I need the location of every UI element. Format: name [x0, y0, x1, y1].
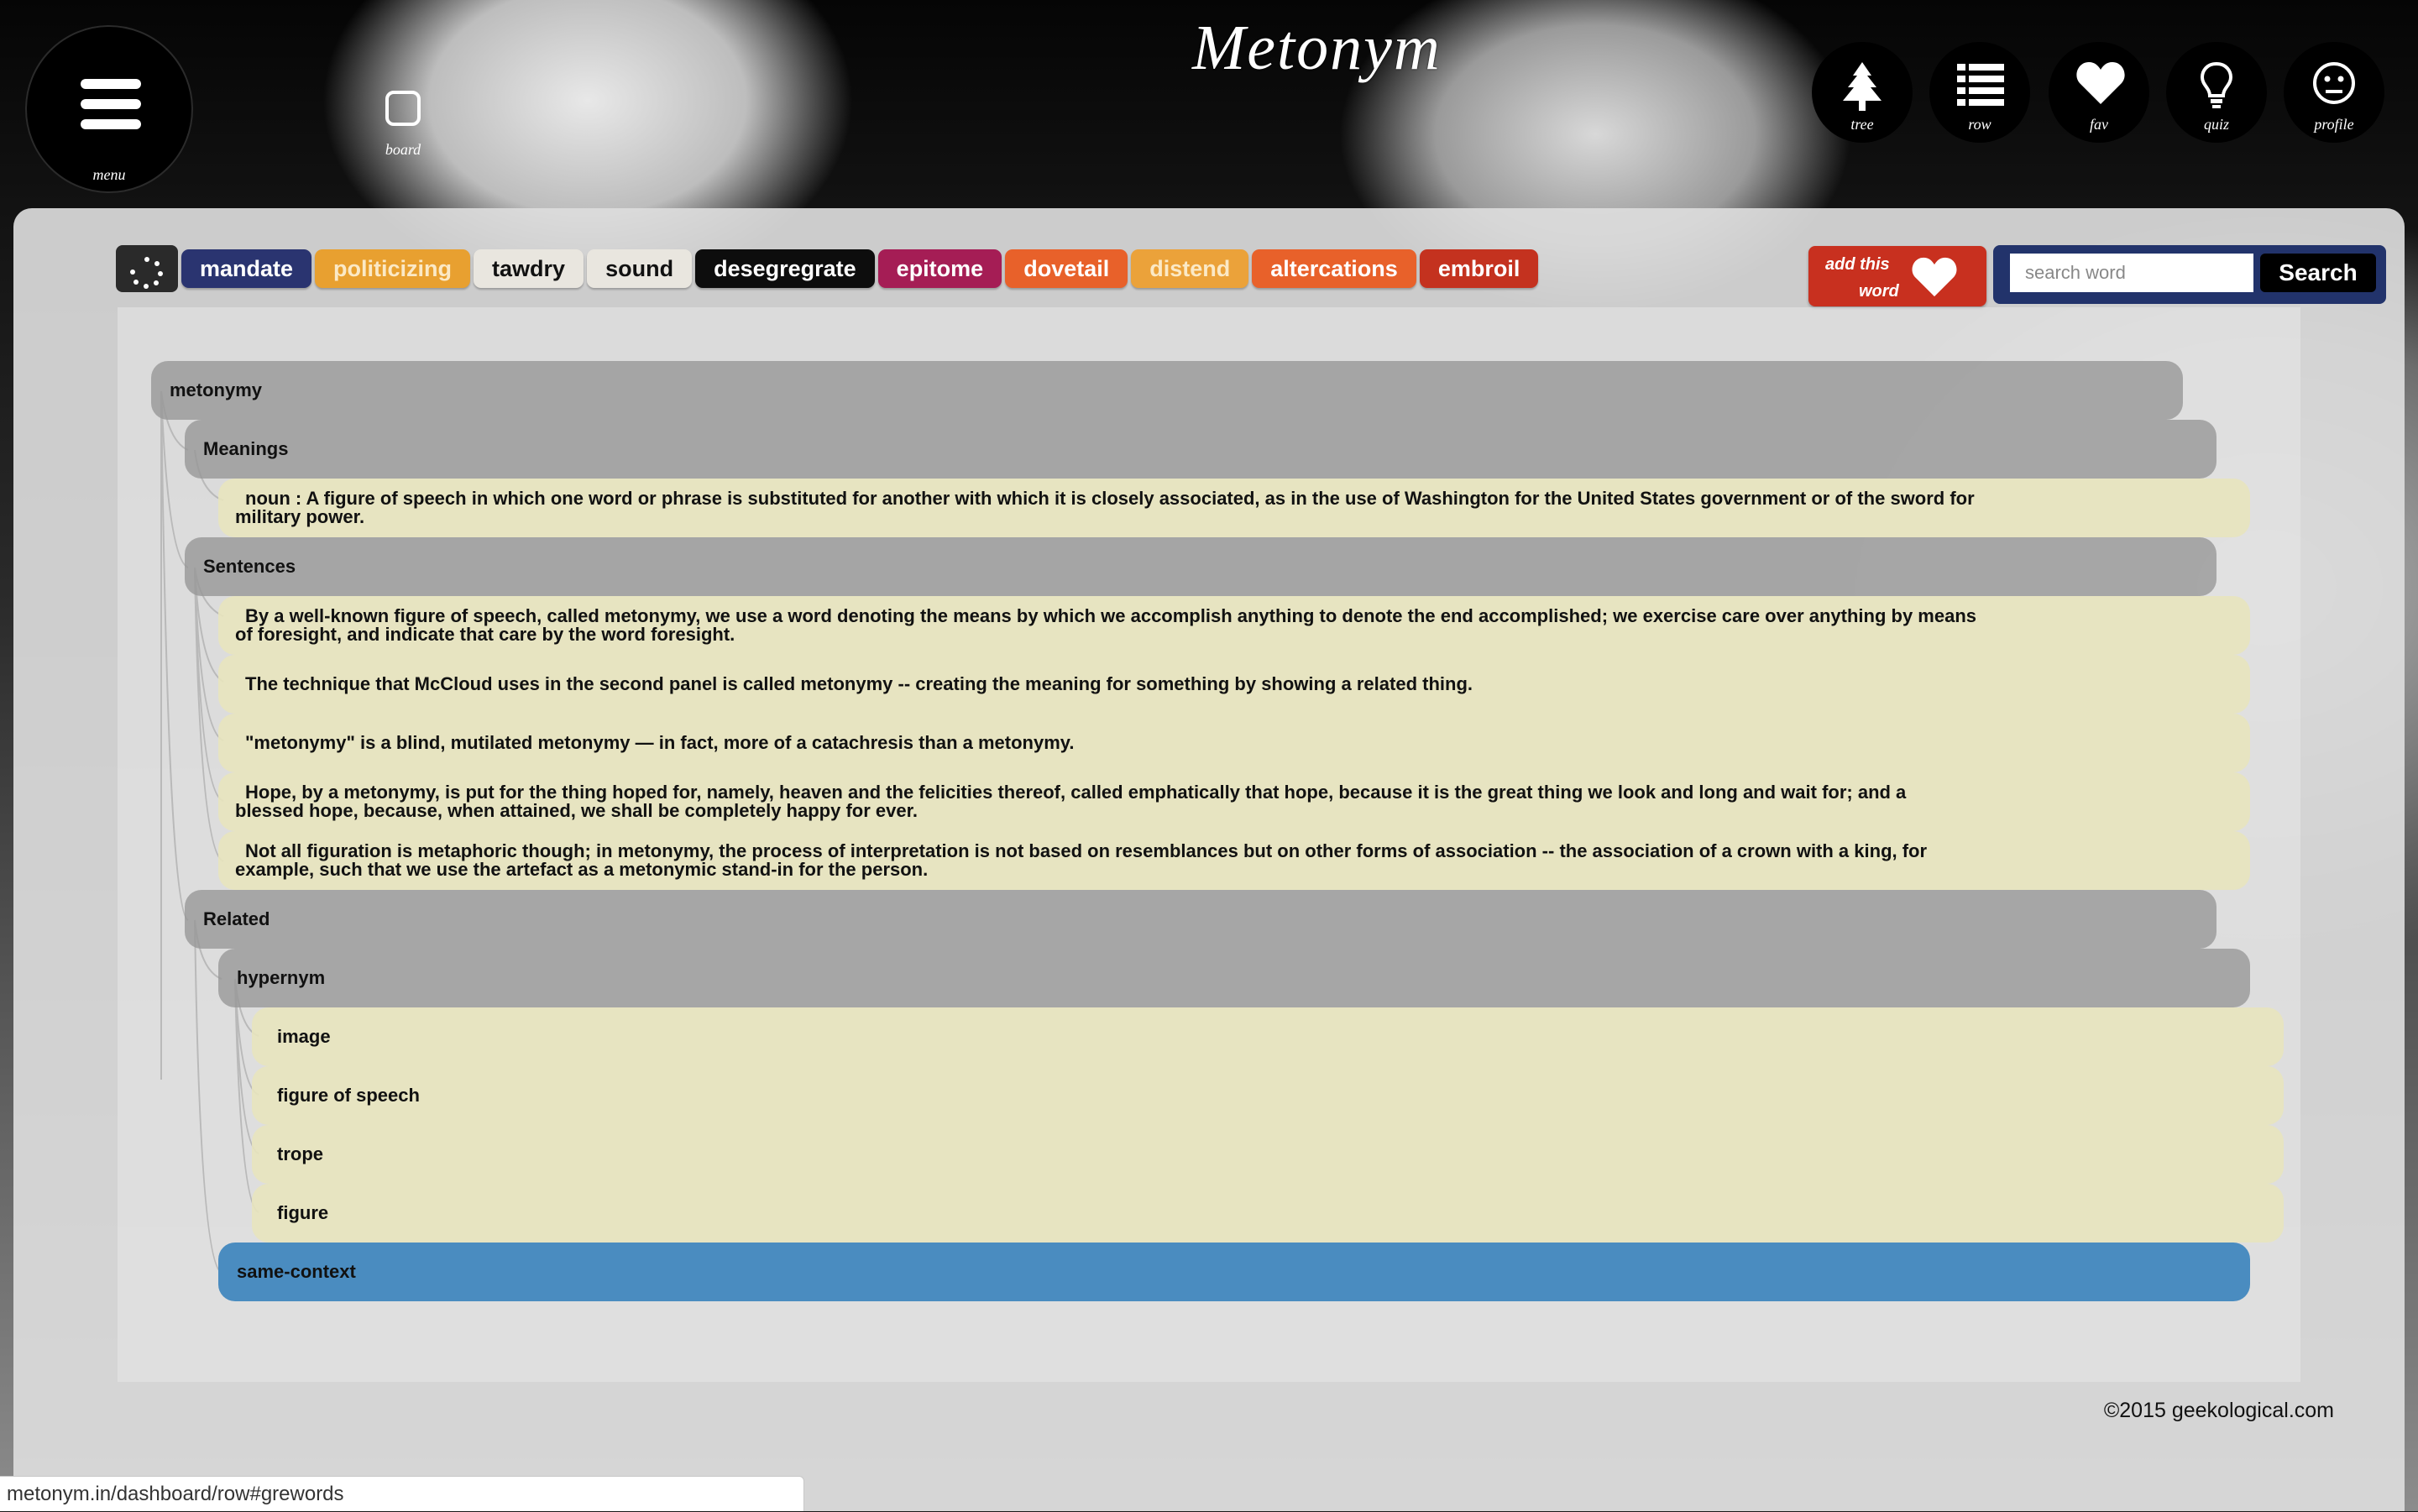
sentence-text: By a well-known figure of speech, called… [235, 605, 1977, 645]
related-label: Related [203, 908, 270, 929]
face-icon [2313, 62, 2355, 104]
sentence-text: Not all figuration is metaphoric though;… [235, 840, 1928, 880]
search-bar: Search [1993, 245, 2386, 304]
heart-icon [1912, 257, 1957, 297]
meanings-label: Meanings [203, 438, 289, 459]
word-chip-desegregrate[interactable]: desegregrate [695, 249, 875, 288]
sentence-item[interactable]: Not all figuration is metaphoric though;… [218, 831, 2250, 890]
word-chip-tawdry[interactable]: tawdry [474, 249, 584, 288]
word-chip-mandate[interactable]: mandate [181, 249, 312, 288]
word-chip-sound[interactable]: sound [587, 249, 693, 288]
nav-fav-label: fav [2090, 116, 2108, 133]
search-button[interactable]: Search [2260, 254, 2376, 292]
word-chip-altercations[interactable]: altercations [1252, 249, 1416, 288]
add-word-button[interactable]: add this word [1808, 246, 1986, 306]
hypernym-item[interactable]: figure [252, 1184, 2284, 1243]
tree-hypernym-node[interactable]: hypernym [218, 949, 2250, 1007]
sentences-label: Sentences [203, 556, 296, 577]
hypernym-text: figure of speech [277, 1085, 420, 1106]
tree-related-node[interactable]: Related [185, 890, 2216, 949]
loading-spinner-icon[interactable] [116, 245, 178, 292]
heart-icon [2076, 62, 2125, 104]
sentence-item[interactable]: Hope, by a metonymy, is put for the thin… [218, 772, 2250, 831]
menu-label: menu [92, 166, 126, 183]
hypernym-text: trope [277, 1143, 323, 1164]
word-chip-politicizing[interactable]: politicizing [315, 249, 471, 288]
board-icon [385, 91, 421, 126]
board-label: board [385, 141, 421, 158]
board-button[interactable]: board [369, 87, 437, 163]
lightbulb-icon [2200, 61, 2233, 108]
same-context-label: same-context [237, 1261, 356, 1282]
word-chips: mandate politicizing tawdry sound desegregra… [181, 249, 1541, 288]
hypernym-item[interactable]: figure of speech [252, 1066, 2284, 1125]
sentence-text: The technique that McCloud uses in the s… [245, 673, 1473, 694]
tree-meanings-node[interactable]: Meanings [185, 420, 2216, 479]
hypernym-label: hypernym [237, 967, 326, 988]
menu-button[interactable]: menu [25, 25, 193, 193]
nav-quiz-label: quiz [2203, 116, 2229, 133]
hypernym-item[interactable]: image [252, 1007, 2284, 1066]
meaning-text: noun : A figure of speech in which one w… [235, 488, 1975, 527]
word-bar: mandate politicizing tawdry sound desegregra… [116, 245, 1541, 292]
copyright-text: ©2015 geekological.com [2103, 1399, 2334, 1422]
nav-row-button[interactable]: row [1929, 42, 2030, 143]
top-bar: menu board Metonym tree row fav quiz pro… [0, 0, 2418, 210]
tree-sentences-node[interactable]: Sentences [185, 537, 2216, 596]
tree-root-label: metonymy [170, 379, 263, 400]
hamburger-icon [81, 79, 141, 139]
sentence-text: "metonymy" is a blind, mutilated metonym… [245, 732, 1075, 753]
sentence-item[interactable]: "metonymy" is a blind, mutilated metonym… [218, 714, 2250, 772]
hypernym-text: image [277, 1026, 331, 1047]
hypernym-text: figure [277, 1202, 329, 1223]
nav-profile-button[interactable]: profile [2284, 42, 2384, 143]
tree-same-context-node[interactable]: same-context [218, 1243, 2250, 1301]
hypernym-item[interactable]: trope [252, 1125, 2284, 1184]
nav-tree-button[interactable]: tree [1812, 42, 1913, 143]
nav-tree-label: tree [1850, 116, 1874, 133]
nav-row-label: row [1968, 116, 1991, 133]
nav-fav-button[interactable]: fav [2049, 42, 2149, 143]
tree-icon [1843, 62, 1882, 111]
word-chip-epitome[interactable]: epitome [877, 249, 1002, 288]
sentence-item[interactable]: The technique that McCloud uses in the s… [218, 655, 2250, 714]
meaning-item[interactable]: noun : A figure of speech in which one w… [218, 479, 2250, 537]
browser-status-url: metonym.in/dashboard/row#grewords [0, 1476, 804, 1511]
tree-root-node[interactable]: metonymy [151, 361, 2183, 420]
nav-quiz-button[interactable]: quiz [2166, 42, 2267, 143]
nav-profile-label: profile [2314, 116, 2354, 133]
app-logo[interactable]: Metonym [1192, 12, 1440, 85]
list-icon [1957, 64, 2004, 106]
search-input[interactable] [2010, 254, 2253, 292]
word-chip-distend[interactable]: distend [1131, 249, 1249, 288]
word-chip-dovetail[interactable]: dovetail [1005, 249, 1128, 288]
word-chip-embroil[interactable]: embroil [1419, 249, 1539, 288]
sentence-item[interactable]: By a well-known figure of speech, called… [218, 596, 2250, 655]
tree-view: metonymy Meanings noun : A figure of spe… [118, 307, 2300, 1382]
sentence-text: Hope, by a metonymy, is put for the thin… [235, 782, 1907, 821]
